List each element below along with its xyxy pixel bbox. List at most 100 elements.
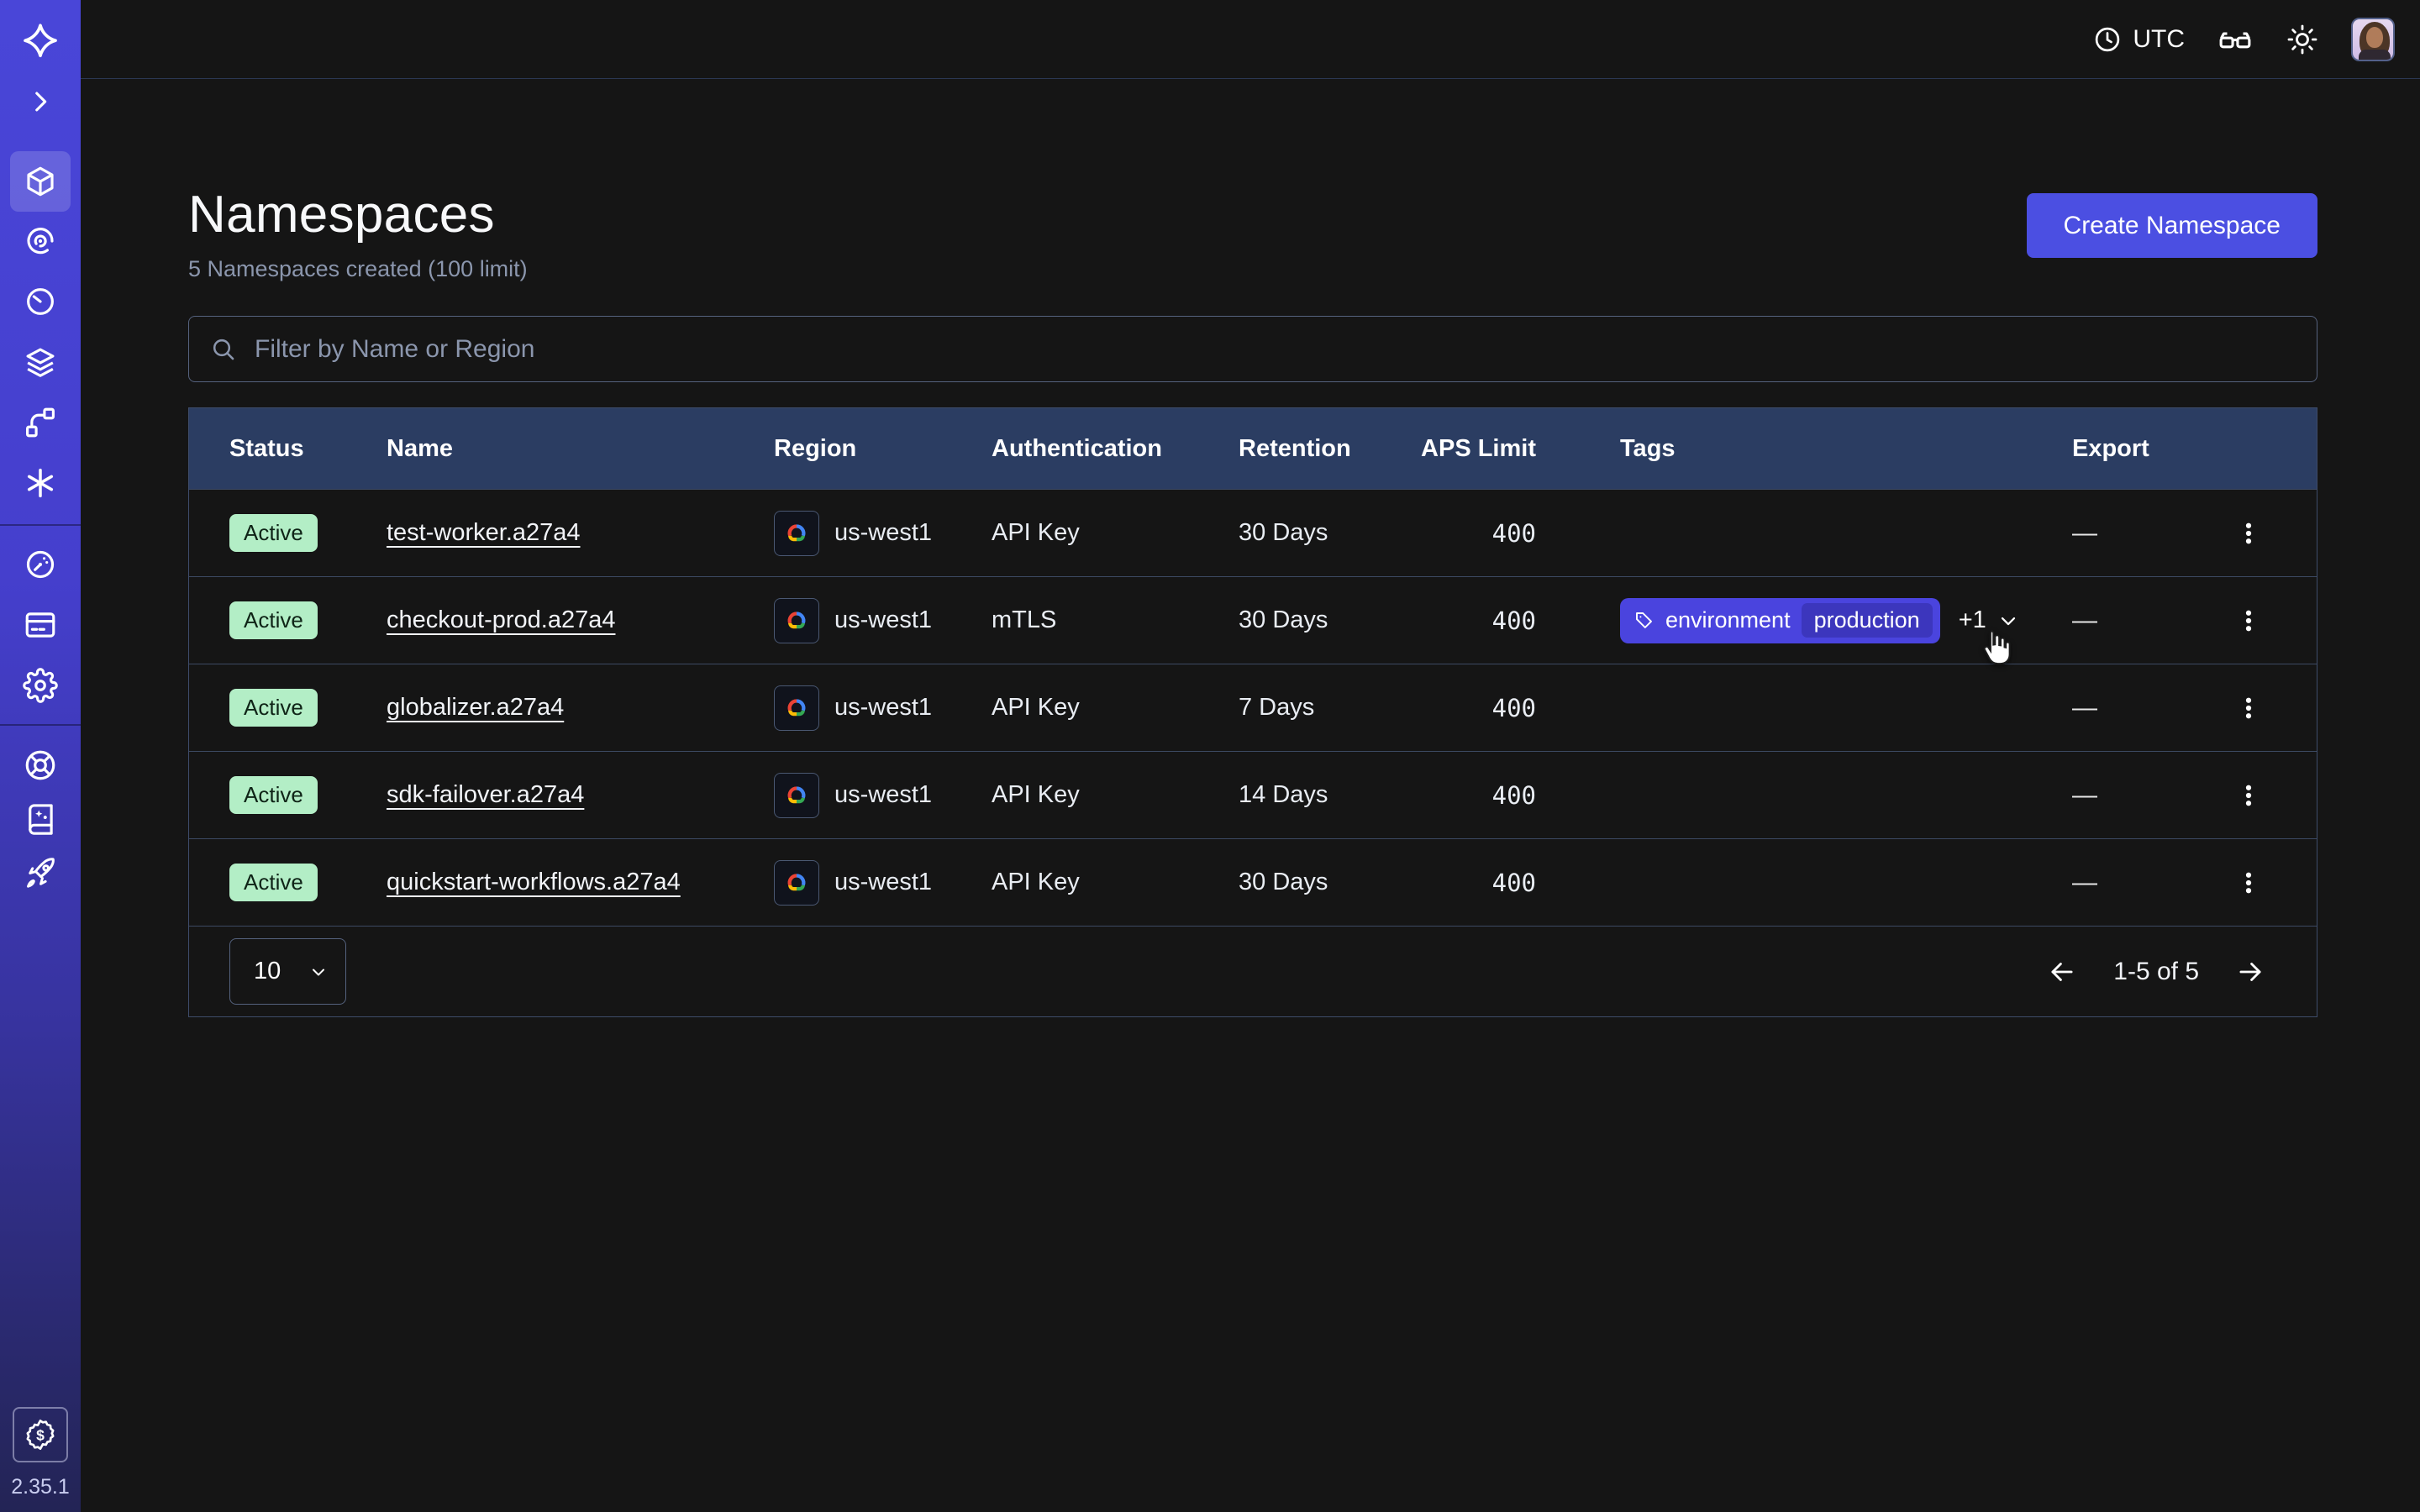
status-badge: Active xyxy=(229,689,318,727)
gear-icon xyxy=(23,668,58,703)
auth-cell: API Key xyxy=(992,869,1239,896)
export-cell: — xyxy=(2072,781,2216,810)
row-actions-menu-button[interactable] xyxy=(2228,862,2270,904)
aps-cell: 400 xyxy=(1388,694,1536,722)
timezone-button[interactable]: UTC xyxy=(2092,24,2185,55)
table-body: Active test-worker.a27a4 us-west1 API Ke… xyxy=(189,489,2317,926)
col-header-region: Region xyxy=(774,435,992,463)
gauge-icon xyxy=(23,547,58,582)
row-actions-menu-button[interactable] xyxy=(2228,687,2270,729)
tags-expand-button[interactable] xyxy=(1996,609,2020,633)
page-size-value: 10 xyxy=(254,958,281,985)
retention-cell: 14 Days xyxy=(1239,781,1388,809)
avatar-torso xyxy=(2359,50,2391,61)
namespace-link[interactable]: checkout-prod.a27a4 xyxy=(387,606,615,633)
kebab-menu-icon xyxy=(2236,521,2261,546)
filter-input[interactable] xyxy=(188,316,2317,382)
export-cell: — xyxy=(2072,519,2216,548)
retention-cell: 30 Days xyxy=(1239,869,1388,896)
filter-bar xyxy=(188,316,2317,382)
col-header-status: Status xyxy=(229,435,387,463)
export-cell: — xyxy=(2072,606,2216,635)
search-icon xyxy=(210,336,237,363)
next-page-button[interactable] xyxy=(2234,956,2266,988)
sidebar: $ 2.35.1 xyxy=(0,0,81,1512)
col-header-aps-limit: APS Limit xyxy=(1388,435,1536,463)
table-row: Active sdk-failover.a27a4 us-west1 API K… xyxy=(189,751,2317,838)
table-row: Active quickstart-workflows.a27a4 us-wes… xyxy=(189,838,2317,926)
retention-cell: 7 Days xyxy=(1239,694,1388,722)
page-size-select[interactable]: 10 xyxy=(229,938,346,1005)
sidebar-item-getting-started[interactable] xyxy=(0,843,81,904)
tag-chip[interactable]: environment production xyxy=(1620,598,1940,643)
row-actions-menu-button[interactable] xyxy=(2228,512,2270,554)
dollar-badge-icon: $ xyxy=(24,1418,57,1452)
namespace-count-subtitle: 5 Namespaces created (100 limit) xyxy=(188,256,2317,282)
sidebar-item-usage[interactable] xyxy=(0,534,81,595)
theme-toggle-button[interactable] xyxy=(2286,23,2319,56)
status-badge: Active xyxy=(229,601,318,640)
status-badge: Active xyxy=(229,776,318,815)
sun-icon xyxy=(2286,23,2319,56)
sidebar-item-settings[interactable] xyxy=(0,655,81,716)
plan-badge-button[interactable]: $ xyxy=(13,1407,68,1462)
billing-card-icon xyxy=(23,607,58,643)
status-badge: Active xyxy=(229,514,318,553)
retention-cell: 30 Days xyxy=(1239,519,1388,547)
table-row: Active test-worker.a27a4 us-west1 API Ke… xyxy=(189,489,2317,576)
timezone-label: UTC xyxy=(2133,25,2185,54)
sidebar-item-batch-operations[interactable] xyxy=(0,332,81,392)
user-avatar[interactable] xyxy=(2351,18,2395,61)
google-cloud-icon xyxy=(774,511,819,556)
sidebar-expand-button[interactable] xyxy=(0,71,81,132)
timer-icon xyxy=(23,284,58,319)
arrow-right-icon xyxy=(2234,956,2266,988)
auth-cell: mTLS xyxy=(992,606,1239,634)
sidebar-divider xyxy=(0,524,81,526)
sidebar-item-deployments[interactable] xyxy=(0,392,81,453)
namespace-link[interactable]: sdk-failover.a27a4 xyxy=(387,781,584,808)
temporal-logo-icon[interactable] xyxy=(0,12,81,72)
region-label: us-west1 xyxy=(834,606,932,634)
labs-glasses-button[interactable] xyxy=(2217,21,2254,58)
glasses-icon xyxy=(2217,21,2254,58)
region-label: us-west1 xyxy=(834,869,932,896)
layers-icon xyxy=(23,344,58,380)
clock-icon xyxy=(2092,24,2123,55)
status-badge: Active xyxy=(229,864,318,902)
namespace-link[interactable]: globalizer.a27a4 xyxy=(387,694,564,721)
sidebar-item-schedules[interactable] xyxy=(0,271,81,332)
app-version: 2.35.1 xyxy=(0,1475,81,1499)
workflows-spiral-icon xyxy=(23,223,58,259)
namespace-link[interactable]: quickstart-workflows.a27a4 xyxy=(387,869,681,895)
region-label: us-west1 xyxy=(834,694,932,722)
chevron-down-icon xyxy=(1996,609,2020,633)
row-actions-menu-button[interactable] xyxy=(2228,774,2270,816)
export-cell: — xyxy=(2072,694,2216,722)
create-namespace-button[interactable]: Create Namespace xyxy=(2027,193,2317,258)
chevron-right-icon xyxy=(26,87,55,116)
sidebar-item-billing[interactable] xyxy=(0,595,81,655)
tag-value-label: production xyxy=(1802,603,1933,638)
namespace-link[interactable]: test-worker.a27a4 xyxy=(387,519,581,546)
row-actions-menu-button[interactable] xyxy=(2228,600,2270,642)
cube-icon xyxy=(23,164,58,199)
sidebar-item-nexus[interactable] xyxy=(0,453,81,513)
google-cloud-icon xyxy=(774,773,819,818)
sidebar-item-docs[interactable] xyxy=(0,789,81,849)
main-content: Namespaces 5 Namespaces created (100 lim… xyxy=(188,79,2317,1017)
col-header-name: Name xyxy=(387,435,774,463)
sidebar-item-workflows[interactable] xyxy=(0,211,81,271)
tags-more-label: +1 xyxy=(1959,606,1986,634)
kebab-menu-icon xyxy=(2236,870,2261,895)
sidebar-item-support[interactable] xyxy=(0,735,81,795)
sidebar-item-namespaces[interactable] xyxy=(0,151,81,212)
prev-page-button[interactable] xyxy=(2046,956,2078,988)
tags-cell: environment production +1 xyxy=(1536,598,2072,643)
col-header-retention: Retention xyxy=(1239,435,1388,463)
topbar: UTC xyxy=(81,0,2420,79)
tag-icon xyxy=(1634,611,1655,631)
export-cell: — xyxy=(2072,869,2216,897)
aps-cell: 400 xyxy=(1388,781,1536,810)
rocket-icon xyxy=(23,856,58,891)
